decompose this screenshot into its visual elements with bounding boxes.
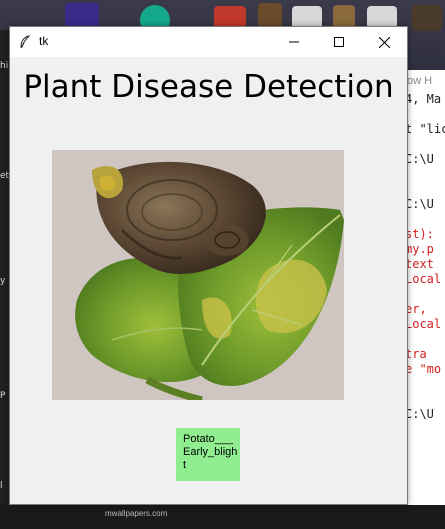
desktop-label: et bbox=[0, 171, 9, 181]
desktop-bottom: mwallpapers.com bbox=[0, 505, 445, 529]
window-title: tk bbox=[39, 34, 49, 48]
prediction-label: Potato___Early_blight bbox=[176, 428, 240, 481]
maximize-button[interactable] bbox=[316, 27, 362, 57]
desktop-label: P bbox=[0, 391, 6, 401]
tk-window: tk Plant Disease Detection Potato___Earl… bbox=[9, 26, 408, 505]
desktop-label: l bbox=[0, 481, 3, 491]
page-title: Plant Disease Detection bbox=[23, 69, 394, 105]
close-icon bbox=[378, 36, 390, 48]
diseased-leaf-illustration bbox=[52, 150, 344, 400]
desktop-label: hi bbox=[0, 61, 9, 71]
wallpaper-watermark: mwallpapers.com bbox=[105, 509, 168, 518]
minimize-icon bbox=[289, 41, 299, 43]
minimize-button[interactable] bbox=[271, 27, 317, 57]
desktop-app-icon[interactable] bbox=[412, 5, 442, 31]
feather-icon bbox=[20, 35, 31, 49]
desktop-label: y bbox=[0, 276, 6, 286]
leaf-image bbox=[52, 150, 344, 400]
title-bar[interactable]: tk bbox=[10, 27, 407, 57]
maximize-icon bbox=[334, 37, 344, 47]
close-button[interactable] bbox=[361, 27, 407, 57]
desktop-left-edge: hi et y P l bbox=[0, 30, 9, 529]
